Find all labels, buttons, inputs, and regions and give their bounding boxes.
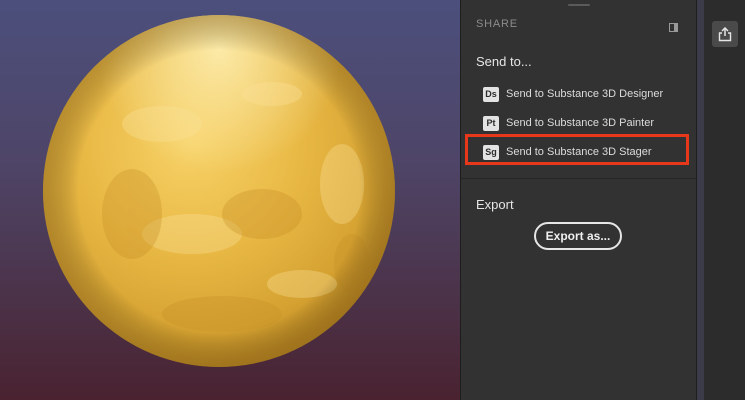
panel-header: SHARE bbox=[476, 18, 518, 30]
stager-app-icon: Sg bbox=[483, 144, 499, 160]
share-export-icon bbox=[718, 26, 732, 41]
share-panel: SHARE Send to... Ds Send to Substance 3D… bbox=[460, 0, 697, 400]
send-to-title: Send to... bbox=[476, 54, 532, 69]
material-sphere[interactable] bbox=[42, 14, 396, 368]
panel-collapse-icon[interactable] bbox=[669, 19, 678, 32]
panel-pointer-arrow bbox=[688, 28, 695, 40]
export-as-button[interactable]: Export as... bbox=[534, 222, 622, 250]
send-to-designer-item[interactable]: Ds Send to Substance 3D Designer bbox=[483, 83, 683, 105]
right-toolbar bbox=[696, 0, 745, 400]
toolbar-edge bbox=[697, 0, 704, 400]
designer-app-icon: Ds bbox=[483, 86, 499, 102]
send-item-label: Send to Substance 3D Painter bbox=[506, 117, 654, 129]
painter-app-icon: Pt bbox=[483, 115, 499, 131]
panel-drag-handle[interactable] bbox=[568, 4, 590, 6]
send-to-painter-item[interactable]: Pt Send to Substance 3D Painter bbox=[483, 112, 683, 134]
send-item-label: Send to Substance 3D Designer bbox=[506, 88, 664, 100]
send-item-label: Send to Substance 3D Stager bbox=[506, 146, 652, 158]
section-divider bbox=[461, 178, 697, 179]
3d-viewport[interactable] bbox=[0, 0, 460, 400]
sphere-render bbox=[43, 15, 395, 367]
share-button[interactable] bbox=[712, 21, 738, 47]
export-title: Export bbox=[476, 197, 514, 212]
send-to-stager-item[interactable]: Sg Send to Substance 3D Stager bbox=[483, 141, 683, 163]
